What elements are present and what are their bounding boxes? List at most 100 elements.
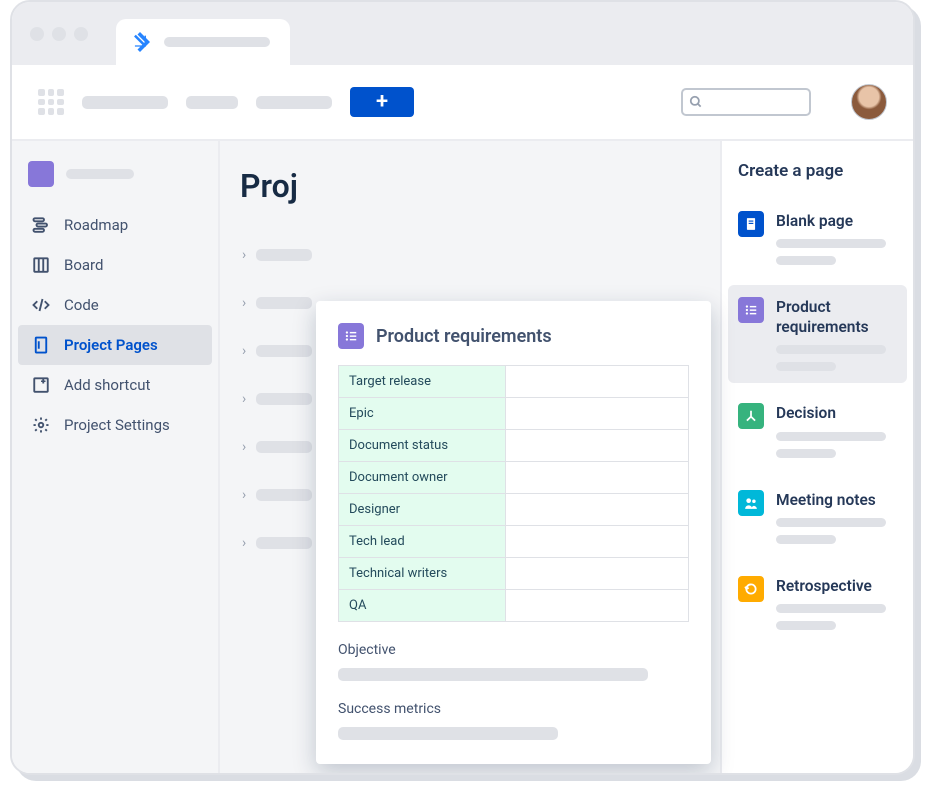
template-name: Decision bbox=[776, 403, 897, 423]
fork-icon bbox=[738, 403, 764, 429]
browser-chrome bbox=[12, 2, 913, 65]
traffic-dot[interactable] bbox=[74, 27, 88, 41]
traffic-dot[interactable] bbox=[52, 27, 66, 41]
chevron-right-icon: › bbox=[242, 439, 246, 455]
table-row: Target release bbox=[339, 366, 688, 397]
section-placeholder bbox=[338, 668, 648, 681]
template-desc-placeholder bbox=[776, 239, 897, 265]
table-row: Technical writers bbox=[339, 557, 688, 589]
list-icon bbox=[338, 323, 364, 349]
template-preview-popup: Product requirements Target releaseEpicD… bbox=[316, 301, 711, 764]
field-label: Designer bbox=[339, 494, 506, 525]
nav-placeholder bbox=[186, 96, 238, 109]
table-row: Tech lead bbox=[339, 525, 688, 557]
template-desc-placeholder bbox=[776, 345, 897, 371]
template-card[interactable]: Product requirements bbox=[728, 285, 907, 383]
field-value[interactable] bbox=[506, 366, 688, 397]
avatar[interactable] bbox=[851, 84, 887, 120]
template-name: Retrospective bbox=[776, 576, 897, 596]
template-name: Product requirements bbox=[776, 297, 897, 337]
field-value[interactable] bbox=[506, 462, 688, 493]
browser-frame: + Roadmap Board Code bbox=[10, 0, 915, 775]
search-icon bbox=[689, 95, 703, 109]
table-row: Epic bbox=[339, 397, 688, 429]
template-desc-placeholder bbox=[776, 518, 897, 544]
sidebar-item-add-shortcut[interactable]: Add shortcut bbox=[18, 365, 212, 405]
sidebar-item-label: Code bbox=[64, 296, 99, 314]
tab-title-placeholder bbox=[164, 37, 270, 47]
field-value[interactable] bbox=[506, 558, 688, 589]
template-name: Meeting notes bbox=[776, 490, 897, 510]
field-label: Document owner bbox=[339, 462, 506, 493]
template-card[interactable]: Meeting notes bbox=[728, 478, 907, 556]
field-label: QA bbox=[339, 590, 506, 621]
roadmap-icon bbox=[32, 216, 50, 234]
code-icon bbox=[32, 296, 50, 314]
nav-placeholder bbox=[82, 96, 168, 109]
field-value[interactable] bbox=[506, 398, 688, 429]
people-icon bbox=[738, 490, 764, 516]
retro-icon bbox=[738, 576, 764, 602]
sidebar-item-roadmap[interactable]: Roadmap bbox=[18, 205, 212, 245]
sidebar-item-project-pages[interactable]: Project Pages bbox=[18, 325, 212, 365]
table-row: Designer bbox=[339, 493, 688, 525]
browser-tab[interactable] bbox=[116, 19, 290, 65]
popup-title: Product requirements bbox=[376, 326, 552, 347]
page-title: Proj bbox=[240, 167, 700, 205]
sidebar-item-label: Board bbox=[64, 256, 103, 274]
top-nav: + bbox=[12, 65, 913, 141]
app-switcher-icon[interactable] bbox=[38, 89, 64, 115]
section-heading: Success metrics bbox=[316, 681, 711, 727]
nav-placeholder bbox=[256, 96, 332, 109]
create-button[interactable]: + bbox=[350, 87, 414, 117]
chevron-right-icon: › bbox=[242, 487, 246, 503]
field-label: Target release bbox=[339, 366, 506, 397]
sidebar-item-settings[interactable]: Project Settings bbox=[18, 405, 212, 445]
sidebar-item-code[interactable]: Code bbox=[18, 285, 212, 325]
sidebar-item-label: Roadmap bbox=[64, 216, 128, 234]
requirements-table: Target releaseEpicDocument statusDocumen… bbox=[338, 365, 689, 622]
sidebar-item-label: Add shortcut bbox=[64, 376, 150, 394]
field-value[interactable] bbox=[506, 526, 688, 557]
template-card[interactable]: Retrospective bbox=[728, 564, 907, 642]
right-panel-heading: Create a page bbox=[738, 161, 897, 181]
list-icon bbox=[738, 297, 764, 323]
project-icon bbox=[28, 161, 54, 187]
table-row: Document owner bbox=[339, 461, 688, 493]
search-input[interactable] bbox=[681, 88, 811, 116]
right-panel: Create a page Blank page Product requirem… bbox=[720, 141, 913, 773]
template-desc-placeholder bbox=[776, 432, 897, 458]
table-row: QA bbox=[339, 589, 688, 621]
sidebar-item-label: Project Settings bbox=[64, 416, 170, 434]
sidebar: Roadmap Board Code Project Pages Add sho… bbox=[12, 141, 220, 773]
sidebar-item-label: Project Pages bbox=[64, 336, 158, 354]
template-card[interactable]: Decision bbox=[728, 391, 907, 469]
sidebar-item-board[interactable]: Board bbox=[18, 245, 212, 285]
chevron-right-icon: › bbox=[242, 535, 246, 551]
gear-icon bbox=[32, 416, 50, 434]
page-icon bbox=[32, 336, 50, 354]
field-value[interactable] bbox=[506, 430, 688, 461]
field-value[interactable] bbox=[506, 494, 688, 525]
chevron-right-icon: › bbox=[242, 343, 246, 359]
field-label: Epic bbox=[339, 398, 506, 429]
template-desc-placeholder bbox=[776, 604, 897, 630]
chevron-right-icon: › bbox=[242, 247, 246, 263]
jira-icon bbox=[130, 32, 150, 52]
field-value[interactable] bbox=[506, 590, 688, 621]
table-row: Document status bbox=[339, 429, 688, 461]
template-name: Blank page bbox=[776, 211, 897, 231]
project-name-placeholder bbox=[66, 169, 134, 179]
field-label: Tech lead bbox=[339, 526, 506, 557]
field-label: Technical writers bbox=[339, 558, 506, 589]
add-shortcut-icon bbox=[32, 376, 50, 394]
section-heading: Objective bbox=[316, 622, 711, 668]
template-card[interactable]: Blank page bbox=[728, 199, 907, 277]
traffic-dot[interactable] bbox=[30, 27, 44, 41]
page-tree-item[interactable]: › bbox=[240, 231, 700, 279]
page-icon bbox=[738, 211, 764, 237]
field-label: Document status bbox=[339, 430, 506, 461]
window-controls bbox=[30, 27, 88, 41]
chevron-right-icon: › bbox=[242, 391, 246, 407]
project-header[interactable] bbox=[18, 161, 212, 205]
